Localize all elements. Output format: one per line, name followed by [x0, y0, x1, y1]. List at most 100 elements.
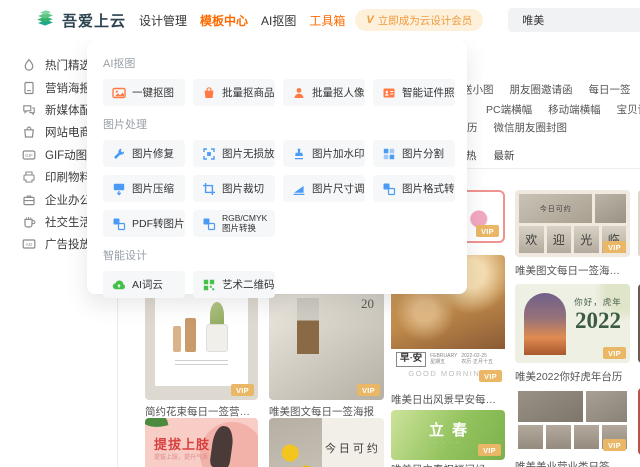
template-card-date[interactable]: 今日可约: [269, 418, 384, 467]
logo-text: 吾爱上云: [62, 12, 127, 30]
photo-tile: [518, 425, 543, 449]
menu-section-grid: 一键抠图 批量抠商品 批量抠人像 智能证件照: [103, 79, 455, 106]
card-caption[interactable]: 唯美美业营业类日签店休海报公...: [515, 459, 630, 467]
vip-badge: VIP: [479, 370, 502, 382]
wrench-icon: [112, 147, 126, 161]
convert-icon: [382, 182, 396, 196]
tool-item-艺术二维码[interactable]: 艺术二维码: [193, 271, 275, 298]
poster-title: 提拔上肢: [154, 437, 211, 452]
filter-tag[interactable]: 每日一签: [589, 82, 631, 97]
vip-badge: VIP: [231, 384, 254, 396]
tool-item-图片格式转换[interactable]: 图片格式转换: [373, 175, 455, 202]
sort-option[interactable]: 热: [466, 148, 477, 163]
vip-badge: VIP: [357, 384, 380, 396]
template-card-collage[interactable]: 今日可约 欢 迎 光 临 VIP: [515, 190, 630, 257]
filter-tag[interactable]: 朋友圈邀请函: [510, 82, 573, 97]
tool-item-智能证件照[interactable]: 智能证件照: [373, 79, 455, 106]
tool-item-AI词云[interactable]: AI词云: [103, 271, 185, 298]
poster-title: 立春: [428, 423, 475, 439]
site-logo[interactable]: 吾爱上云: [34, 7, 126, 34]
tool-item-图片加水印[interactable]: 图片加水印: [283, 140, 365, 167]
vip-badge: VIP: [603, 241, 626, 253]
template-card-lichun[interactable]: 立春 · · · · VIP: [391, 410, 505, 460]
vip-badge: VIP: [603, 347, 626, 359]
filter-tag[interactable]: 宝贝详情页: [617, 102, 640, 117]
vip-badge: VIP: [478, 444, 501, 456]
app-window: 送小图 朋友圈邀请函 每日一签 DM宣传 PC端横幅 移动端横幅 宝贝详情页 历…: [0, 0, 640, 467]
collage-char-tile: 光: [574, 226, 599, 253]
sunset-arch-photo: [524, 293, 566, 355]
menu-section-grid: 图片修复 图片无损放大 图片加水印 图片分割 图片压缩 图片裁切 图片尺寸调整 …: [103, 140, 455, 237]
svg-text:AD: AD: [26, 243, 33, 249]
tool-item-图片尺寸调整[interactable]: 图片尺寸调整: [283, 175, 365, 202]
convert-icon: [202, 217, 216, 231]
top-header: 吾爱上云 设计管理 模板中心 AI抠图 工具箱 V 立即成为云设计会员: [0, 0, 640, 40]
poster-date: 20: [361, 296, 374, 311]
tool-item-批量抠商品[interactable]: 批量抠商品: [193, 79, 275, 106]
tool-item-一键抠图[interactable]: 一键抠图: [103, 79, 185, 106]
template-card-fitness[interactable]: 提拔上肢 提拔上肢，提升气质: [145, 418, 258, 467]
bottle-shape: [173, 326, 181, 352]
card-caption[interactable]: 唯美日出风景早安每日一签方形...: [391, 392, 505, 407]
photo-tile: [546, 425, 571, 449]
nav-item-AI抠图[interactable]: AI抠图: [261, 12, 296, 29]
poster-text-lines: [175, 360, 228, 366]
vase-shape: [297, 298, 319, 354]
expand-icon: [202, 147, 216, 161]
card-caption[interactable]: 唯美图文每日一签海报公众号推...: [515, 263, 630, 278]
bottle-shape: [185, 318, 196, 352]
poster-icon: [22, 81, 36, 95]
menu-section-title: 智能设计: [103, 250, 147, 262]
nav-item-工具箱[interactable]: 工具箱: [309, 12, 345, 29]
poster-title: 今日可约: [324, 443, 381, 455]
office-icon: [22, 193, 36, 207]
card-caption[interactable]: 唯美图文每日一签海报: [269, 404, 384, 419]
tool-item-PDF转图片[interactable]: PDF转图片: [103, 210, 185, 237]
filter-tag[interactable]: 移动端横幅: [548, 102, 601, 117]
poster-date: 2022-02-25 农历·正月十五: [461, 352, 493, 366]
crop-icon: [202, 182, 216, 196]
toolbox-dropdown-panel: AI抠图 一键抠图 批量抠商品 批量抠人像 智能证件照 图片处理 图片修复 图片…: [87, 40, 467, 298]
idcard-icon: [382, 86, 396, 100]
filter-tag[interactable]: 历: [467, 120, 478, 135]
tool-item-图片分割[interactable]: 图片分割: [373, 140, 455, 167]
bag-icon: [202, 86, 216, 100]
filter-tag[interactable]: 微信朋友圈封图: [494, 120, 568, 135]
jug-shape: [206, 324, 228, 352]
template-card-tiger-2022[interactable]: 你好，虎年 2022 VIP: [515, 284, 630, 363]
ad-icon: AD: [22, 237, 36, 251]
nav-item-设计管理[interactable]: 设计管理: [139, 12, 187, 29]
leaf-decor: [145, 418, 169, 431]
resize-icon: [292, 182, 306, 196]
collage-char-tile: 欢: [519, 226, 544, 253]
card-caption[interactable]: 唯美2022你好虎年台历: [515, 369, 630, 384]
photo-tile: [586, 391, 627, 422]
tag-row-2: PC端横幅 移动端横幅 宝贝详情页: [486, 102, 640, 117]
card-caption[interactable]: 唯美风立春祝福问候公众号首图: [391, 462, 505, 467]
tool-item-RGB/CMYK图片转换[interactable]: RGB/CMYK图片转换: [193, 210, 275, 237]
media-icon: [22, 103, 36, 117]
poster-year: 2022: [575, 308, 621, 333]
template-card-beauty[interactable]: VIP: [515, 388, 630, 455]
filter-tag[interactable]: PC端横幅: [486, 102, 532, 117]
member-upgrade-button[interactable]: V 立即成为云设计会员: [355, 9, 484, 31]
tool-item-批量抠人像[interactable]: 批量抠人像: [283, 79, 365, 106]
collage-tile: [595, 194, 626, 223]
member-button-label: 立即成为云设计会员: [377, 14, 473, 27]
nav-item-模板中心[interactable]: 模板中心: [200, 12, 248, 29]
vip-crown-icon: V: [366, 14, 374, 26]
card-caption[interactable]: 简约花束每日一签营业海报: [145, 404, 258, 419]
sort-option[interactable]: 最新: [494, 148, 515, 163]
tool-item-图片压缩[interactable]: 图片压缩: [103, 175, 185, 202]
search-input[interactable]: [508, 8, 640, 32]
sort-row: 热 最新: [466, 148, 515, 163]
tool-item-图片裁切[interactable]: 图片裁切: [193, 175, 275, 202]
tool-item-图片无损放大[interactable]: 图片无损放大: [193, 140, 275, 167]
tool-item-图片修复[interactable]: 图片修复: [103, 140, 185, 167]
menu-section-title: AI抠图: [103, 58, 136, 70]
poster-subtitle: 提拔上肢，提升气质: [154, 455, 209, 461]
photo-tile: [518, 391, 584, 422]
person-icon: [292, 86, 306, 100]
poster-month: FEBRUARY 星期五: [430, 352, 458, 366]
collage-char-tile: 迎: [546, 226, 571, 253]
